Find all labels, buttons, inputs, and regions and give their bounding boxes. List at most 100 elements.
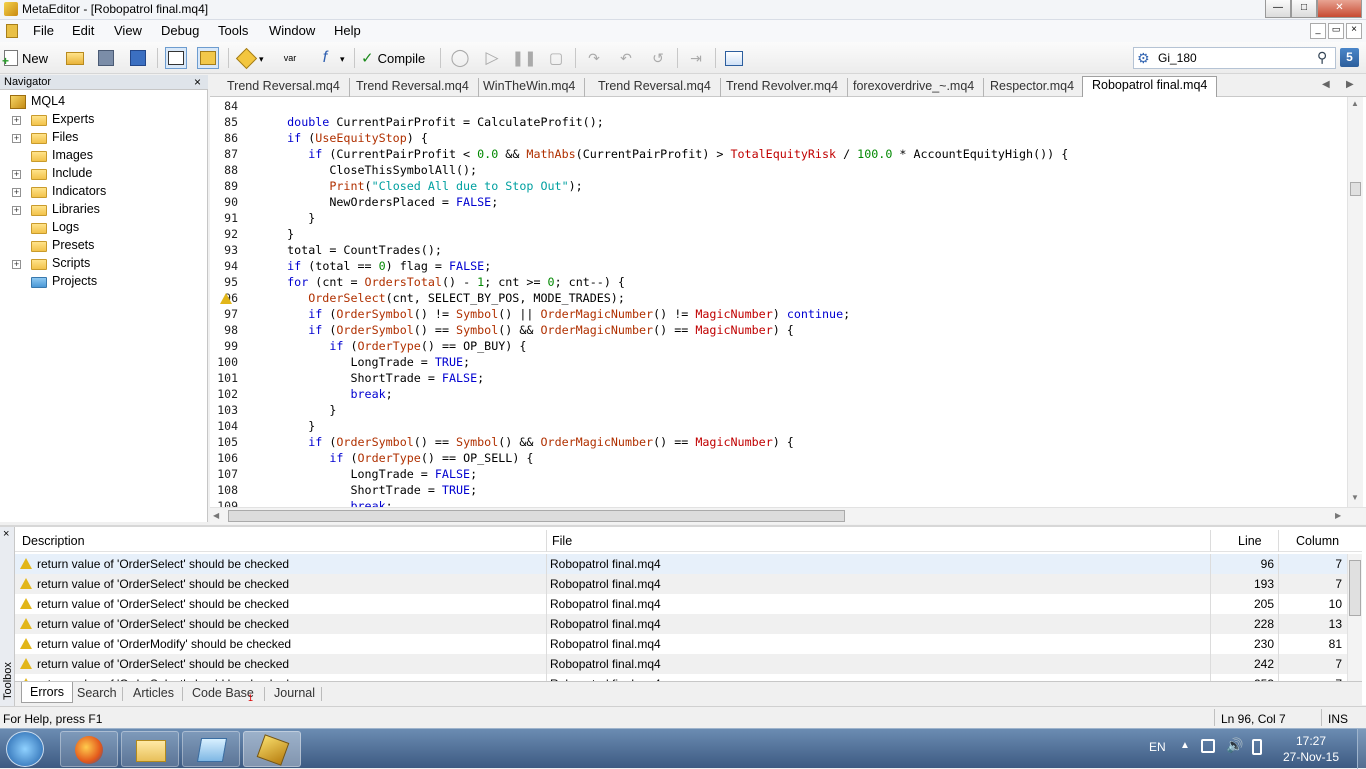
error-row[interactable]: return value of 'OrderSelect' should be …: [15, 614, 1347, 634]
code-line[interactable]: for (cnt = OrdersTotal() - 1; cnt >= 0; …: [266, 274, 625, 290]
toolbox-toggle-icon[interactable]: [197, 47, 219, 69]
terminal-icon[interactable]: [723, 47, 745, 69]
tab-robopatrol-final[interactable]: Robopatrol final.mq4: [1082, 76, 1218, 97]
menu-file[interactable]: File: [33, 23, 54, 38]
styler-icon[interactable]: [235, 47, 257, 69]
mdi-restore-button[interactable]: ▭: [1328, 23, 1344, 39]
search-input[interactable]: [1158, 50, 1308, 66]
mdi-close-button[interactable]: ×: [1346, 23, 1362, 39]
menu-debug[interactable]: Debug: [161, 23, 199, 38]
code-line[interactable]: ShortTrade = FALSE;: [266, 370, 484, 386]
minimize-button[interactable]: —: [1265, 0, 1291, 18]
code-line[interactable]: if (OrderType() == OP_SELL) {: [266, 450, 533, 466]
chevron-down-icon[interactable]: ▾: [340, 54, 345, 65]
battery-icon[interactable]: [1252, 739, 1262, 755]
firefox-taskbar-button[interactable]: [60, 731, 118, 767]
error-row[interactable]: return value of 'OrderSelect' should be …: [15, 594, 1347, 614]
code-line[interactable]: }: [266, 418, 315, 434]
tab-code-base[interactable]: Code Base: [192, 686, 254, 700]
error-row[interactable]: return value of 'OrderSelect' should be …: [15, 554, 1347, 574]
tab-scroll-left-icon[interactable]: ◀: [1322, 79, 1330, 90]
col-file[interactable]: File: [552, 534, 572, 548]
col-line[interactable]: Line: [1238, 534, 1262, 548]
expand-icon[interactable]: +: [12, 170, 21, 179]
code-line[interactable]: Print("Closed All due to Stop Out");: [266, 178, 582, 194]
volume-icon[interactable]: 🔊: [1226, 737, 1243, 754]
editor-vertical-scrollbar[interactable]: ▲ ▼: [1347, 97, 1363, 507]
tab-trend-revolver[interactable]: Trend Revolver.mq4: [717, 78, 849, 97]
start-debug-icon[interactable]: ◯: [449, 47, 471, 69]
start-button[interactable]: [6, 731, 44, 767]
code-line[interactable]: CloseThisSymbolAll();: [266, 162, 477, 178]
tab-trend-reversal-1[interactable]: Trend Reversal.mq4: [218, 78, 350, 97]
code-line[interactable]: if (OrderType() == OP_BUY) {: [266, 338, 526, 354]
search-box[interactable]: ⚙ ⚲: [1133, 47, 1336, 69]
insert-function-icon[interactable]: f: [314, 47, 336, 69]
compile-button[interactable]: ✓ Compile: [361, 47, 425, 69]
chevron-down-icon[interactable]: ▾: [259, 54, 264, 65]
col-description[interactable]: Description: [22, 534, 85, 548]
new-button[interactable]: + New: [2, 47, 48, 69]
open-folder-icon[interactable]: [64, 47, 86, 69]
code-line[interactable]: if (CurrentPairProfit < 0.0 && MathAbs(C…: [266, 146, 1068, 162]
code-line[interactable]: total = CountTrades();: [266, 242, 442, 258]
search-badge[interactable]: 5: [1340, 48, 1359, 67]
pause-icon[interactable]: ❚❚: [511, 47, 536, 69]
col-column[interactable]: Column: [1296, 534, 1339, 548]
step-into-icon[interactable]: ↷: [583, 47, 605, 69]
mdi-minimize-button[interactable]: _: [1310, 23, 1326, 39]
code-line[interactable]: break;: [266, 386, 392, 402]
menu-tools[interactable]: Tools: [218, 23, 248, 38]
code-line[interactable]: LongTrade = TRUE;: [266, 354, 470, 370]
menu-view[interactable]: View: [114, 23, 142, 38]
expand-icon[interactable]: +: [12, 188, 21, 197]
code-line[interactable]: ShortTrade = TRUE;: [266, 482, 477, 498]
menu-window[interactable]: Window: [269, 23, 315, 38]
error-row[interactable]: return value of 'OrderModify' should be …: [15, 634, 1347, 654]
step-over-icon[interactable]: ↶: [615, 47, 637, 69]
clock-time[interactable]: 17:27: [1296, 734, 1326, 748]
expand-icon[interactable]: +: [12, 134, 21, 143]
close-icon[interactable]: ×: [194, 75, 201, 89]
code-line[interactable]: if (OrderSymbol() == Symbol() && OrderMa…: [266, 322, 794, 338]
clock-date[interactable]: 27-Nov-15: [1283, 750, 1339, 764]
error-row[interactable]: return value of 'OrderSelect' should be …: [15, 574, 1347, 594]
tab-respector[interactable]: Respector.mq4: [981, 78, 1085, 97]
maximize-button[interactable]: □: [1291, 0, 1317, 18]
stop-icon[interactable]: ▢: [545, 47, 567, 69]
show-desktop-button[interactable]: [1357, 729, 1366, 769]
metaeditor-taskbar-button[interactable]: [243, 731, 301, 767]
tab-trend-reversal-3[interactable]: Trend Reversal.mq4: [589, 78, 721, 97]
code-line[interactable]: break;: [266, 498, 392, 507]
expand-icon[interactable]: +: [12, 260, 21, 269]
tab-errors[interactable]: Errors: [21, 682, 74, 703]
code-line[interactable]: }: [266, 226, 294, 242]
code-line[interactable]: if (UseEquityStop) {: [266, 130, 428, 146]
code-line[interactable]: if (OrderSymbol() != Symbol() || OrderMa…: [266, 306, 850, 322]
tab-search[interactable]: Search: [77, 686, 117, 700]
step-out-icon[interactable]: ↺: [647, 47, 669, 69]
error-row[interactable]: return value of 'OrderSelect' should be …: [15, 654, 1347, 674]
tab-scroll-right-icon[interactable]: ▶: [1346, 79, 1354, 90]
code-line[interactable]: if (total == 0) flag = FALSE;: [266, 258, 491, 274]
expand-icon[interactable]: +: [12, 116, 21, 125]
tray-expand-icon[interactable]: ▲: [1180, 740, 1190, 751]
tab-trend-reversal-2[interactable]: Trend Reversal.mq4: [347, 78, 479, 97]
scroll-thumb[interactable]: [1350, 182, 1361, 196]
navigator-toggle-icon[interactable]: [165, 47, 187, 69]
save-all-icon[interactable]: [127, 47, 149, 69]
language-indicator[interactable]: EN: [1149, 740, 1166, 754]
warning-icon[interactable]: [220, 293, 232, 304]
code-line[interactable]: NewOrdersPlaced = FALSE;: [266, 194, 498, 210]
code-line[interactable]: }: [266, 402, 336, 418]
tab-forexoverdrive[interactable]: forexoverdrive_~.mq4: [844, 78, 985, 97]
code-line[interactable]: }: [266, 210, 315, 226]
code-line[interactable]: OrderSelect(cnt, SELECT_BY_POS, MODE_TRA…: [266, 290, 625, 306]
notepad-taskbar-button[interactable]: [182, 731, 240, 767]
play-icon[interactable]: ▷: [481, 47, 503, 69]
menu-edit[interactable]: Edit: [72, 23, 94, 38]
menu-help[interactable]: Help: [334, 23, 361, 38]
tab-winthewin[interactable]: WinTheWin.mq4: [474, 78, 586, 97]
hscroll-thumb[interactable]: [228, 510, 845, 522]
code-editor[interactable]: 84 85 double CurrentPairProfit = Calculat…: [210, 97, 1366, 507]
